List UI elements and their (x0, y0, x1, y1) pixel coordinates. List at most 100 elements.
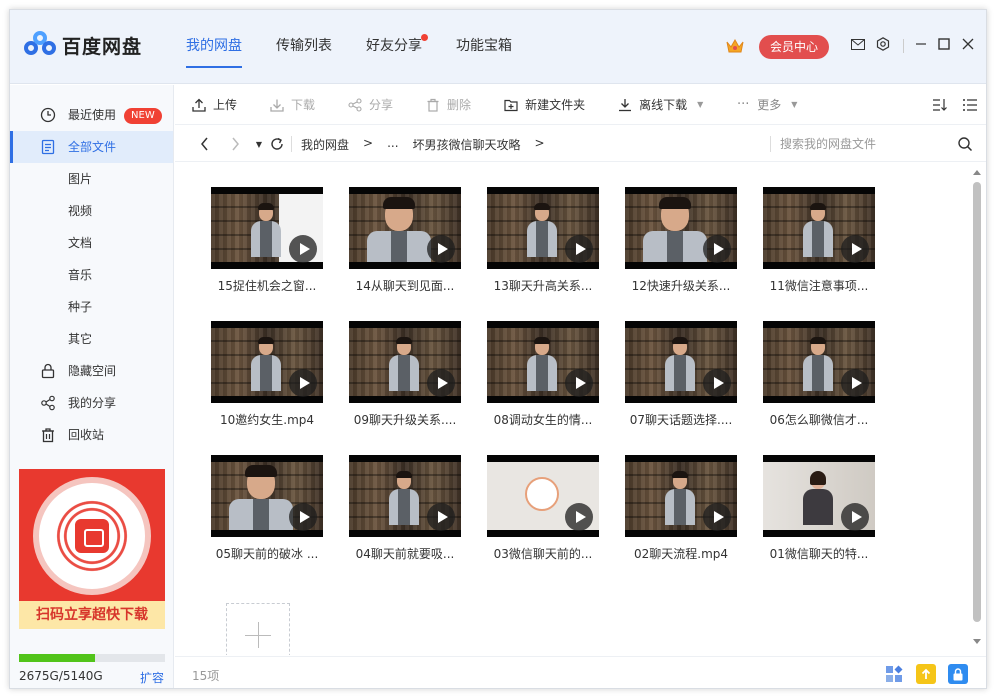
breadcrumb-current[interactable]: 坏男孩微信聊天攻略 (413, 136, 521, 153)
play-icon[interactable] (289, 503, 317, 531)
file-tile[interactable]: 14从聊天到见面... (349, 187, 461, 294)
sidebar-item-all-files[interactable]: 全部文件 (10, 131, 173, 163)
vertical-scrollbar[interactable] (972, 168, 982, 646)
chevron-down-icon[interactable]: ▼ (791, 100, 797, 109)
more-button[interactable]: ··· 更多 ▼ (719, 85, 797, 125)
play-icon[interactable] (427, 369, 455, 397)
expand-storage-link[interactable]: 扩容 (140, 669, 164, 686)
scrollbar-thumb[interactable] (973, 182, 981, 622)
video-thumbnail[interactable] (349, 187, 461, 269)
chevron-down-icon[interactable]: ▼ (697, 100, 703, 109)
file-name[interactable]: 12快速升级关系... (621, 277, 741, 294)
file-name[interactable]: 13聊天升高关系... (483, 277, 603, 294)
video-thumbnail[interactable] (763, 187, 875, 269)
video-thumbnail[interactable] (625, 321, 737, 403)
file-tile[interactable]: 15捉住机会之窗... (211, 187, 323, 294)
file-tile[interactable]: 04聊天前就要吸... (349, 455, 461, 562)
add-file-button[interactable] (226, 603, 290, 655)
crown-icon[interactable] (726, 38, 744, 54)
play-icon[interactable] (703, 503, 731, 531)
file-name[interactable]: 07聊天话题选择.... (621, 411, 741, 428)
video-thumbnail[interactable] (211, 187, 323, 269)
list-view-icon[interactable] (962, 97, 978, 113)
play-icon[interactable] (565, 235, 593, 263)
video-thumbnail[interactable] (763, 455, 875, 537)
new-folder-button[interactable]: 新建文件夹 (487, 85, 585, 125)
file-name[interactable]: 05聊天前的破冰 ... (207, 545, 327, 562)
file-tile[interactable]: 10邀约女生.mp4 (211, 321, 323, 428)
file-name[interactable]: 09聊天升级关系.... (345, 411, 465, 428)
file-name[interactable]: 10邀约女生.mp4 (207, 411, 327, 428)
video-thumbnail[interactable] (487, 321, 599, 403)
sort-icon[interactable] (932, 97, 948, 113)
upload-folder-icon[interactable] (916, 664, 936, 684)
file-tile[interactable]: 08调动女生的情... (487, 321, 599, 428)
play-icon[interactable] (841, 235, 869, 263)
play-icon[interactable] (289, 235, 317, 263)
file-name[interactable]: 14从聊天到见面... (345, 277, 465, 294)
play-icon[interactable] (427, 235, 455, 263)
play-icon[interactable] (565, 369, 593, 397)
close-icon[interactable] (960, 36, 976, 52)
settings-gear-icon[interactable] (875, 36, 891, 52)
video-thumbnail[interactable] (211, 321, 323, 403)
mail-icon[interactable] (850, 36, 866, 52)
play-icon[interactable] (841, 369, 869, 397)
sidebar-item-recycle-bin[interactable]: 回收站 (10, 419, 173, 451)
file-name[interactable]: 02聊天流程.mp4 (621, 545, 741, 562)
sidebar-item-my-shares[interactable]: 我的分享 (10, 387, 173, 419)
scroll-down-arrow-icon[interactable] (973, 639, 981, 644)
back-arrow-icon[interactable] (197, 136, 213, 152)
video-thumbnail[interactable] (211, 455, 323, 537)
file-name[interactable]: 06怎么聊微信才... (759, 411, 879, 428)
vip-center-button[interactable]: 会员中心 (759, 35, 829, 59)
grid-apps-icon[interactable] (884, 664, 904, 684)
search-input[interactable] (780, 134, 940, 154)
tab-my-drive[interactable]: 我的网盘 (186, 10, 242, 84)
sidebar-item-other[interactable]: 其它 (10, 323, 173, 355)
maximize-icon[interactable] (936, 36, 952, 52)
file-tile[interactable]: 03微信聊天前的... (487, 455, 599, 562)
minimize-icon[interactable] (913, 36, 929, 52)
video-thumbnail[interactable] (487, 187, 599, 269)
video-thumbnail[interactable] (487, 455, 599, 537)
file-tile[interactable]: 05聊天前的破冰 ... (211, 455, 323, 562)
history-dropdown-icon[interactable]: ▼ (251, 136, 267, 152)
sidebar-item-images[interactable]: 图片 (10, 163, 173, 195)
breadcrumb-root[interactable]: 我的网盘 (301, 136, 349, 153)
sidebar-item-torrents[interactable]: 种子 (10, 291, 173, 323)
sidebar-item-hidden-space[interactable]: 隐藏空间 (10, 355, 173, 387)
offline-download-button[interactable]: 离线下载 ▼ (601, 85, 703, 125)
sidebar-item-recent[interactable]: 最近使用 NEW (10, 99, 173, 131)
upload-button[interactable]: 上传 (175, 85, 237, 125)
file-tile[interactable]: 06怎么聊微信才... (763, 321, 875, 428)
scroll-up-arrow-icon[interactable] (973, 170, 981, 175)
play-icon[interactable] (427, 503, 455, 531)
video-thumbnail[interactable] (625, 187, 737, 269)
file-tile[interactable]: 11微信注意事项... (763, 187, 875, 294)
download-button[interactable]: 下载 (253, 85, 315, 125)
lock-icon[interactable] (948, 664, 968, 684)
play-icon[interactable] (703, 235, 731, 263)
breadcrumb-ellipsis[interactable]: ... (387, 136, 398, 153)
play-icon[interactable] (703, 369, 731, 397)
sidebar-item-documents[interactable]: 文档 (10, 227, 173, 259)
file-name[interactable]: 15捉住机会之窗... (207, 277, 327, 294)
sidebar-item-videos[interactable]: 视频 (10, 195, 173, 227)
app-logo[interactable]: 百度网盘 (24, 30, 142, 60)
file-tile[interactable]: 09聊天升级关系.... (349, 321, 461, 428)
play-icon[interactable] (565, 503, 593, 531)
file-name[interactable]: 01微信聊天的特... (759, 545, 879, 562)
promo-banner[interactable]: 扫码立享超快下载 (19, 469, 165, 629)
tab-transfer-list[interactable]: 传输列表 (276, 10, 332, 84)
play-icon[interactable] (841, 503, 869, 531)
video-thumbnail[interactable] (625, 455, 737, 537)
video-thumbnail[interactable] (349, 455, 461, 537)
file-name[interactable]: 08调动女生的情... (483, 411, 603, 428)
forward-arrow-icon[interactable] (227, 136, 243, 152)
sidebar-item-music[interactable]: 音乐 (10, 259, 173, 291)
tab-friend-share[interactable]: 好友分享 (366, 10, 428, 84)
delete-button[interactable]: 删除 (409, 85, 471, 125)
share-button[interactable]: 分享 (331, 85, 393, 125)
file-name[interactable]: 11微信注意事项... (759, 277, 879, 294)
